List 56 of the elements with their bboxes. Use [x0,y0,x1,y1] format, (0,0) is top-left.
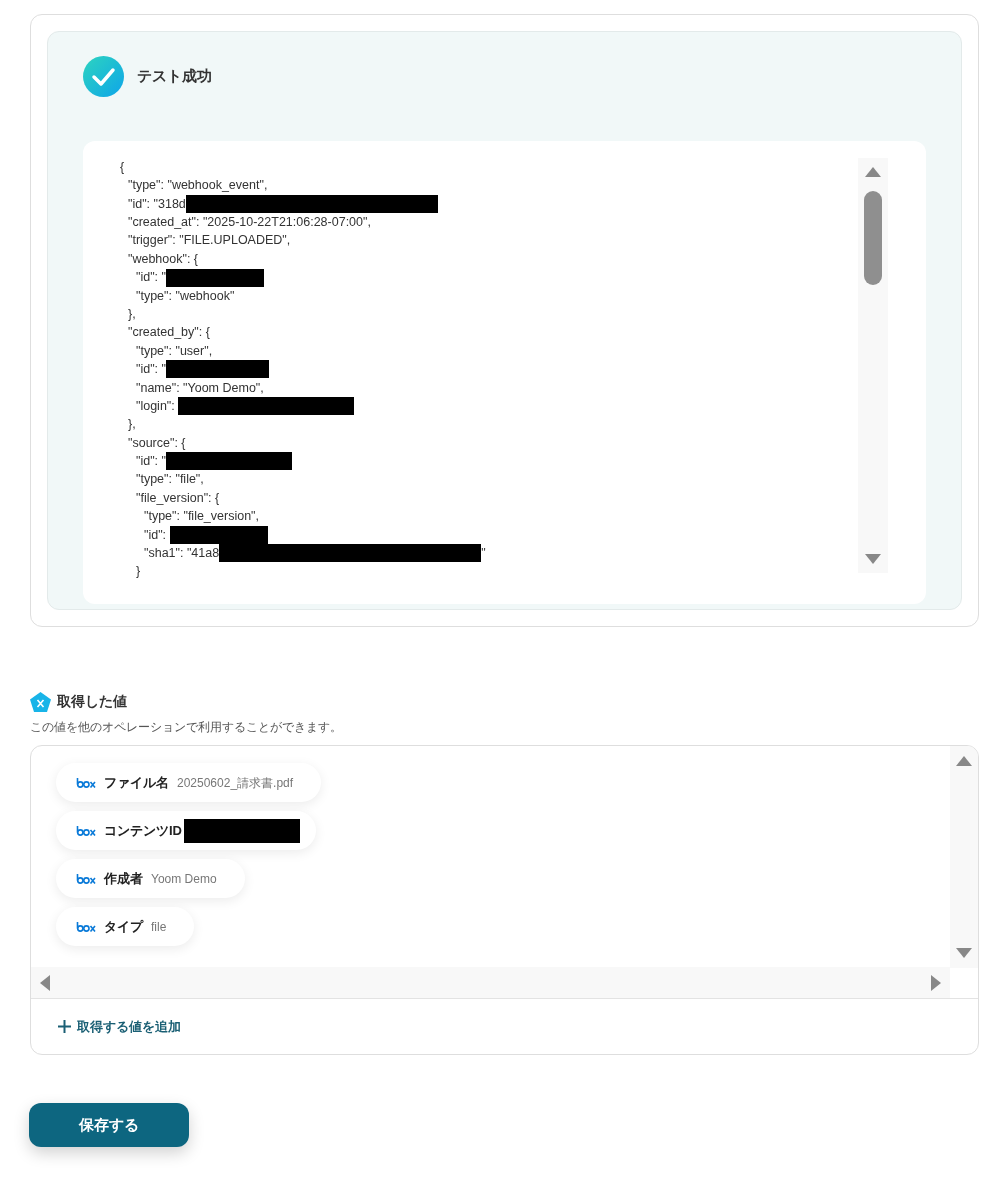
value-text: 20250602_請求書.pdf [177,774,294,792]
section-title: 取得した値 [57,692,127,711]
code-line: { [120,158,125,176]
code-line: "id": " [136,361,166,379]
code-line: "source": { [128,434,186,452]
scroll-up-icon[interactable] [864,166,882,178]
code-line: }, [128,305,136,323]
scroll-down-icon[interactable] [864,553,882,565]
code-line: "type": "file_version", [144,508,260,526]
code-line: "trigger": "FILE.UPLOADED", [128,232,291,250]
pentagon-x-icon [30,691,51,712]
plus-icon [58,1020,71,1033]
value-chip[interactable]: 作成者 Yoom Demo [56,859,245,898]
code-line: "id": " [136,453,166,471]
box-logo-icon [76,777,96,788]
value-label: タイプ [104,917,143,936]
save-button[interactable]: 保存する [29,1103,189,1147]
scroll-down-icon[interactable] [955,947,973,959]
code-line: "created_by": { [128,324,210,342]
box-logo-icon [76,873,96,884]
scroll-thumb[interactable] [864,191,882,285]
code-line: "sha1": "41a8 [144,545,220,563]
result-title: テスト成功 [137,65,212,86]
vertical-scrollbar[interactable] [950,746,978,968]
value-text: file [151,918,167,936]
code-line: "name": "Yoom Demo", [136,379,264,397]
scroll-right-icon[interactable] [930,973,942,992]
code-line: "id": " [136,269,166,287]
code-line: "type": "webhook" [136,287,235,305]
code-line: "id": "318d [128,195,186,213]
box-logo-icon [76,921,96,932]
value-chip[interactable]: コンテンツID [56,811,316,850]
value-label: コンテンツID [104,821,182,840]
code-line: "webhook": { [128,250,199,268]
value-label: 作成者 [104,869,143,888]
code-line: "created_at": "2025-10-22T21:06:28-07:00", [128,214,371,231]
value-chip[interactable]: ファイル名 20250602_請求書.pdf [56,763,322,802]
section-description: この値を他のオペレーションで利用することができます。 [30,719,343,736]
code-line: "login": [136,397,176,415]
code-line: "type": "webhook_event", [128,177,268,195]
horizontal-scrollbar[interactable] [31,967,950,998]
code-line: "file_version": { [136,489,220,507]
code-line: "type": "user", [136,342,213,360]
code-line: " [481,545,486,563]
value-chip[interactable]: タイプ file [56,907,195,946]
code-line: "id": [144,526,168,544]
value-text: Yoom Demo [151,870,217,888]
code-line: }, [128,416,136,434]
code-line: "type": "file", [136,471,204,489]
add-value-button[interactable]: 取得する値を追加 [58,1016,181,1037]
vertical-scrollbar[interactable] [858,158,888,573]
value-label: ファイル名 [104,773,169,792]
scroll-left-icon[interactable] [39,973,51,992]
box-logo-icon [76,825,96,836]
scroll-up-icon[interactable] [955,755,973,767]
code-line: } [136,563,141,581]
